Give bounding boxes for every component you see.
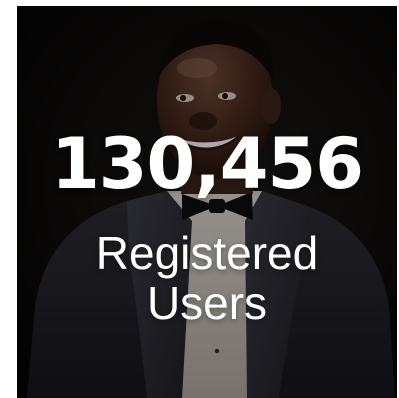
stat-label: Registered Users bbox=[17, 228, 397, 328]
stat-label-line2: Users bbox=[146, 277, 268, 329]
stat-value: 130,456 bbox=[51, 123, 364, 205]
stat-card: 130,456 Registered Users bbox=[17, 6, 397, 398]
stat-label-line1: Registered bbox=[95, 227, 319, 279]
